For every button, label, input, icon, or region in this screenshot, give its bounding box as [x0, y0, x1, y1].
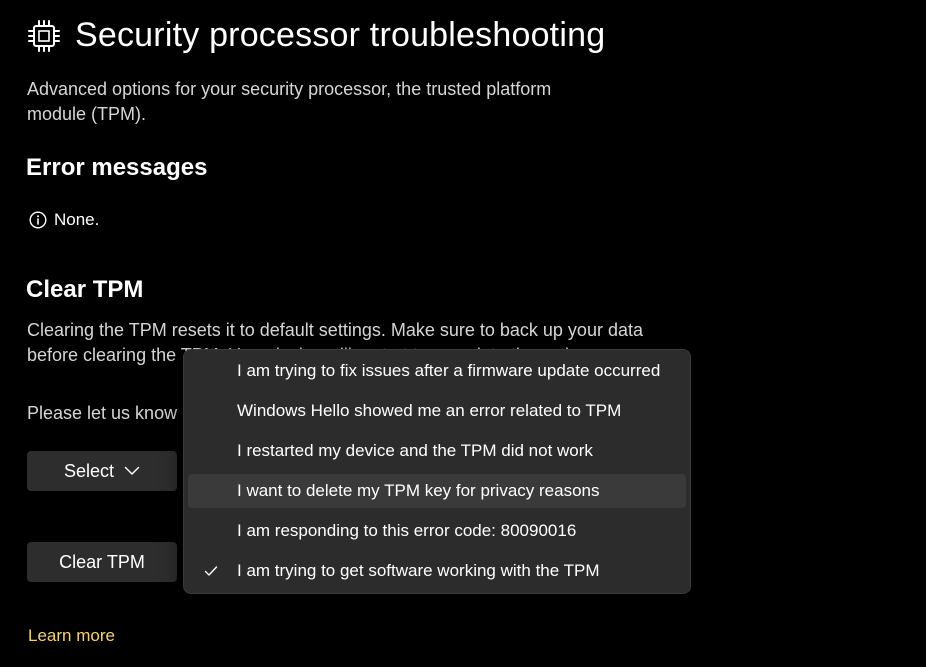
- info-icon: [29, 211, 47, 229]
- dropdown-option-label: Windows Hello showed me an error related…: [237, 401, 622, 420]
- dropdown-option[interactable]: I am trying to fix issues after a firmwa…: [188, 354, 686, 388]
- page-title: Security processor troubleshooting: [75, 16, 606, 54]
- checkmark-icon: [204, 566, 218, 576]
- dropdown-option-label: I restarted my device and the TPM did no…: [237, 441, 593, 460]
- error-status-text: None.: [54, 210, 100, 229]
- error-status-row: None.: [29, 210, 99, 230]
- dropdown-option[interactable]: Windows Hello showed me an error related…: [188, 394, 686, 428]
- chevron-down-icon: [124, 466, 140, 475]
- chip-icon: [28, 19, 60, 52]
- learn-more-link[interactable]: Learn more: [28, 626, 115, 646]
- dropdown-option-label: I am trying to get software working with…: [237, 561, 600, 580]
- dropdown-option-selected[interactable]: I am trying to get software working with…: [188, 554, 686, 588]
- select-button-label: Select: [63, 460, 115, 481]
- reason-dropdown-menu: I am trying to fix issues after a firmwa…: [183, 349, 691, 594]
- dropdown-option[interactable]: I restarted my device and the TPM did no…: [188, 434, 686, 468]
- dropdown-option-hovered[interactable]: I want to delete my TPM key for privacy …: [188, 474, 686, 508]
- reason-prompt: Please let us know: [27, 403, 178, 423]
- title-row: Security processor troubleshooting: [27, 16, 605, 55]
- error-messages-heading: Error messages: [26, 154, 208, 181]
- clear-tpm-button-label: Clear TPM: [59, 551, 145, 572]
- dropdown-option-label: I am trying to fix issues after a firmwa…: [237, 361, 661, 380]
- dropdown-option[interactable]: I am responding to this error code: 8009…: [188, 514, 686, 548]
- clear-tpm-button[interactable]: Clear TPM: [27, 542, 177, 582]
- page-subtitle: Advanced options for your security proce…: [27, 79, 552, 124]
- security-processor-page: Security processor troubleshooting Advan…: [0, 0, 926, 667]
- dropdown-option-label: I am responding to this error code: 8009…: [237, 521, 577, 540]
- clear-tpm-heading: Clear TPM: [26, 276, 144, 303]
- dropdown-option-label: I want to delete my TPM key for privacy …: [237, 481, 600, 500]
- select-reason-button[interactable]: Select: [27, 451, 177, 491]
